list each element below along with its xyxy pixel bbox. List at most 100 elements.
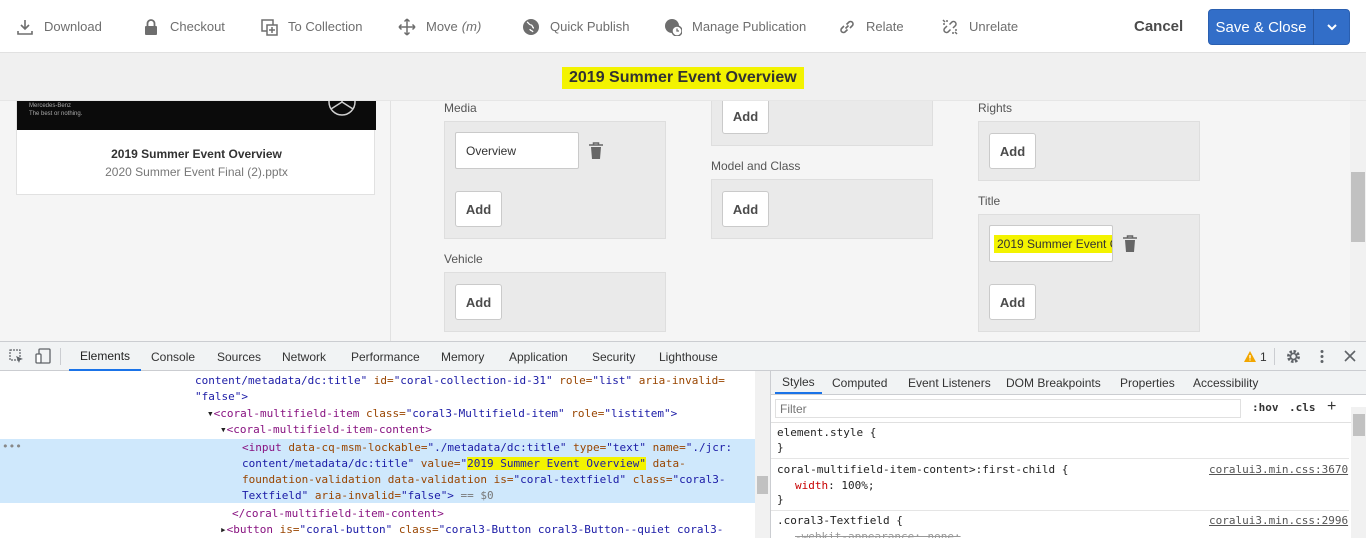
code-line[interactable]: "false"> xyxy=(195,389,248,405)
manage-publication-button[interactable]: Manage Publication xyxy=(664,0,806,53)
warning-count: 1 xyxy=(1260,349,1267,364)
elements-tree: ••• content/metadata/dc:title" id="coral… xyxy=(0,371,770,538)
checkout-button[interactable]: Checkout xyxy=(142,0,225,53)
unrelate-label: Unrelate xyxy=(969,19,1019,34)
relate-button[interactable]: Relate xyxy=(838,0,904,53)
stylesheet-link[interactable]: coralui3.min.css:2996 xyxy=(1209,514,1348,527)
lock-icon xyxy=(145,18,157,35)
tab-performance[interactable]: Performance xyxy=(351,342,420,371)
media-label: Media xyxy=(444,101,477,115)
divider xyxy=(60,348,61,365)
style-rule-selector[interactable]: coral-multifield-item-content>:first-chi… xyxy=(777,463,1068,476)
styles-filter-input[interactable] xyxy=(775,399,1241,418)
warnings-badge[interactable]: 1 xyxy=(1244,342,1267,371)
style-declaration-overridden[interactable]: -webkit-appearance: none; xyxy=(795,530,961,538)
download-button[interactable]: Download xyxy=(16,0,102,53)
code-line[interactable]: ▾<coral-multifield-item-content> xyxy=(220,422,432,438)
code-line[interactable]: <input data-cq-msm-lockable="./metadata/… xyxy=(242,440,732,456)
tab-elements[interactable]: Elements xyxy=(69,342,142,371)
rights-add-button[interactable]: Add xyxy=(989,133,1036,169)
title-add-button[interactable]: Add xyxy=(989,284,1036,320)
warning-icon xyxy=(1244,351,1256,362)
stylesheet-link[interactable]: coralui3.min.css:3670 xyxy=(1209,463,1348,476)
code-line[interactable]: Textfield" aria-invalid="false"> == $0 xyxy=(242,488,494,504)
tab-network[interactable]: Network xyxy=(282,342,326,371)
scrollbar-thumb[interactable] xyxy=(1353,414,1365,436)
code-line[interactable]: content/metadata/dc:title" value="2019 S… xyxy=(242,456,686,472)
rule-divider xyxy=(771,510,1349,511)
scrollbar-thumb[interactable] xyxy=(1351,172,1365,242)
unrelate-button[interactable]: Unrelate xyxy=(941,0,1018,53)
save-close-button[interactable]: Save & Close xyxy=(1208,9,1350,45)
more-options-icon[interactable] xyxy=(1319,349,1325,364)
tab-properties[interactable]: Properties xyxy=(1120,371,1175,394)
save-close-label: Save & Close xyxy=(1215,18,1307,36)
tab-lighthouse[interactable]: Lighthouse xyxy=(659,342,718,371)
styles-sidebar: Styles Computed Event Listeners DOM Brea… xyxy=(770,371,1366,538)
code-line[interactable]: ▾<coral-multifield-item class="coral3-Mu… xyxy=(207,406,677,422)
code-line[interactable]: foundation-validation data-validation is… xyxy=(242,472,725,488)
mercedes-star-logo xyxy=(328,101,356,116)
to-collection-button[interactable]: To Collection xyxy=(260,0,362,53)
download-label: Download xyxy=(44,19,102,34)
style-rule-selector[interactable]: .coral3-Textfield { xyxy=(777,514,903,527)
class-toggle[interactable]: .cls xyxy=(1289,401,1316,414)
metadata-editor: Mercedes-Benz The best or nothing. 2019 S… xyxy=(0,101,1366,341)
style-declaration[interactable]: width: 100%; xyxy=(795,479,874,492)
node-menu-dots[interactable]: ••• xyxy=(2,439,22,455)
title-input[interactable]: 2019 Summer Event Overview xyxy=(989,225,1113,262)
checkout-label: Checkout xyxy=(170,19,225,34)
new-style-rule-icon[interactable]: + xyxy=(1327,398,1336,416)
vehicle-add-button[interactable]: Add xyxy=(455,284,502,320)
field-add-button[interactable]: Add xyxy=(722,101,769,134)
tab-security[interactable]: Security xyxy=(592,342,635,371)
manage-publication-label: Manage Publication xyxy=(692,19,807,34)
media-add-button[interactable]: Add xyxy=(455,191,502,227)
quick-publish-label: Quick Publish xyxy=(550,19,630,34)
code-line[interactable]: ▸<button is="coral-button" class="coral3… xyxy=(220,522,723,538)
to-collection-label: To Collection xyxy=(288,19,363,34)
gear-icon[interactable] xyxy=(1286,349,1301,364)
style-rule-close: } xyxy=(777,441,784,454)
download-icon xyxy=(17,19,33,35)
inspect-element-icon[interactable] xyxy=(9,349,24,364)
title-label: Title xyxy=(978,194,1001,208)
code-line[interactable]: </coral-multifield-item-content> xyxy=(232,506,444,522)
tab-sources[interactable]: Sources xyxy=(217,342,261,371)
elements-scrollbar[interactable] xyxy=(755,371,770,538)
tab-accessibility[interactable]: Accessibility xyxy=(1193,371,1258,394)
tab-application[interactable]: Application xyxy=(509,342,568,371)
trash-icon[interactable] xyxy=(1122,235,1138,253)
trash-icon[interactable] xyxy=(588,142,604,160)
globe-clock-icon xyxy=(665,18,682,36)
chevron-down-icon xyxy=(1326,24,1337,31)
tab-event-listeners[interactable]: Event Listeners xyxy=(908,371,991,394)
tab-dom-breakpoints[interactable]: DOM Breakpoints xyxy=(1006,371,1101,394)
save-options-dropdown[interactable] xyxy=(1314,23,1349,31)
move-button[interactable]: Move (m) xyxy=(398,0,481,53)
scrollbar-thumb[interactable] xyxy=(757,476,768,494)
media-input[interactable]: Overview xyxy=(455,132,579,169)
move-arrows-icon xyxy=(398,17,416,36)
device-toolbar-icon[interactable] xyxy=(35,348,51,364)
asset-title: 2019 Summer Event Overview xyxy=(111,147,282,161)
rule-divider xyxy=(771,458,1349,459)
style-rule-selector[interactable]: element.style { xyxy=(777,426,876,439)
cancel-button[interactable]: Cancel xyxy=(1124,0,1193,53)
move-shortcut: (m) xyxy=(461,19,482,34)
page-title: 2019 Summer Event Overview xyxy=(562,67,804,89)
styles-filter-row: :hov .cls + xyxy=(771,395,1366,423)
tab-styles[interactable]: Styles xyxy=(775,371,822,394)
hover-state-toggle[interactable]: :hov xyxy=(1252,401,1279,414)
asset-thumbnail: Mercedes-Benz The best or nothing. xyxy=(17,101,376,130)
code-line[interactable]: content/metadata/dc:title" id="coral-col… xyxy=(195,373,725,389)
tab-computed[interactable]: Computed xyxy=(832,371,887,394)
model-class-add-button[interactable]: Add xyxy=(722,191,769,227)
quick-publish-button[interactable]: Quick Publish xyxy=(522,0,629,53)
asset-filename: 2020 Summer Event Final (2).pptx xyxy=(105,165,288,179)
tab-memory[interactable]: Memory xyxy=(441,342,484,371)
asset-card[interactable]: Mercedes-Benz The best or nothing. 2019 S… xyxy=(16,101,376,195)
tab-console[interactable]: Console xyxy=(151,342,195,371)
close-icon[interactable] xyxy=(1344,350,1356,362)
rights-label: Rights xyxy=(978,101,1013,115)
